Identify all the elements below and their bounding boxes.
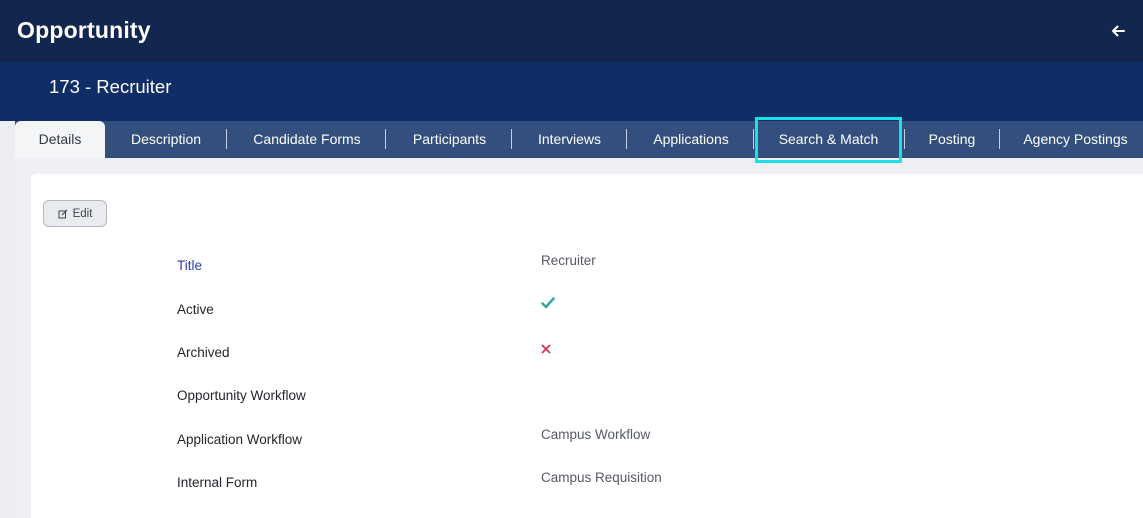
top-header [0, 0, 1143, 62]
tab-participants[interactable]: Participants [395, 121, 504, 158]
tab-details[interactable]: Details [15, 121, 105, 158]
edit-button-label: Edit [72, 207, 93, 220]
field-value-title: Recruiter [541, 253, 596, 268]
field-value-application-workflow: Campus Workflow [541, 427, 651, 442]
arrow-left-icon[interactable] [1108, 21, 1128, 41]
field-label-active: Active [177, 302, 214, 317]
tab-separator [753, 129, 754, 149]
field-label-internal-form: Internal Form [177, 475, 258, 490]
tab-search-match[interactable]: Search & Match [762, 121, 895, 158]
check-icon [541, 297, 555, 312]
page-title: Opportunity [17, 17, 151, 43]
tab-interviews[interactable]: Interviews [520, 121, 619, 158]
tab-applications[interactable]: Applications [635, 121, 747, 158]
record-title: 173 - Recruiter [49, 76, 172, 97]
tab-separator [511, 129, 512, 149]
field-value-internal-form: Campus Requisition [541, 470, 662, 485]
field-label-archived: Archived [177, 345, 230, 360]
tab-separator [999, 129, 1000, 149]
tab-separator [626, 129, 627, 149]
field-label-opportunity-workflow: Opportunity Workflow [177, 388, 306, 403]
tab-candidate-forms[interactable]: Candidate Forms [235, 121, 379, 158]
tab-posting[interactable]: Posting [912, 121, 992, 158]
field-label-application-workflow: Application Workflow [177, 432, 303, 447]
field-label-title[interactable]: Title [177, 258, 202, 273]
tab-description[interactable]: Description [112, 121, 220, 158]
left-edge [0, 121, 15, 518]
tab-separator [385, 129, 386, 149]
tab-separator [226, 129, 227, 149]
x-icon [541, 342, 551, 357]
record-header [0, 62, 1143, 121]
edit-icon [58, 209, 68, 219]
edit-button[interactable]: Edit [43, 200, 107, 227]
tab-separator [904, 129, 905, 149]
tab-agency-postings[interactable]: Agency Postings [1008, 121, 1143, 158]
